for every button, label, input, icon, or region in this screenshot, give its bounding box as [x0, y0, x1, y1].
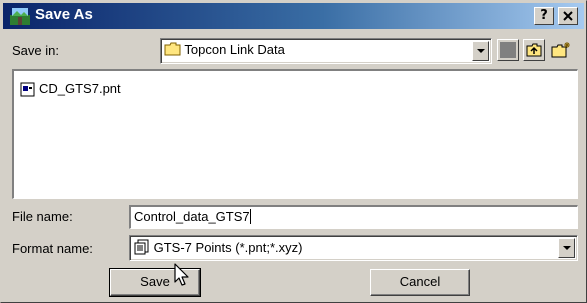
chevron-down-icon — [563, 246, 571, 250]
file-name-label: File name: — [12, 209, 73, 224]
gray-square-icon — [500, 42, 516, 58]
close-button[interactable] — [558, 7, 578, 25]
save-in-combo[interactable]: Topcon Link Data — [160, 38, 492, 64]
mouse-cursor-icon — [174, 263, 189, 286]
folder-icon — [164, 42, 181, 56]
app-icon — [10, 8, 30, 25]
dialog-title: Save As — [35, 6, 93, 23]
document-icon — [134, 239, 149, 255]
file-name-value: Control_data_GTS7 — [134, 209, 250, 224]
text-caret — [249, 209, 251, 224]
view-options-button[interactable] — [497, 39, 519, 61]
new-folder-icon — [551, 42, 570, 58]
save-as-dialog: Save As ? Save in: Topcon Link Data CD_G… — [0, 0, 587, 303]
title-bar[interactable]: Save As ? — [3, 3, 584, 29]
file-list[interactable]: CD_GTS7.pnt — [12, 69, 578, 199]
file-icon — [20, 82, 35, 97]
save-in-label: Save in: — [12, 43, 59, 58]
chevron-down-icon — [477, 49, 485, 53]
cancel-button[interactable]: Cancel — [370, 269, 470, 296]
close-icon — [563, 11, 573, 21]
help-button[interactable]: ? — [534, 7, 554, 25]
up-folder-icon — [526, 43, 542, 57]
save-in-value: Topcon Link Data — [184, 42, 285, 57]
file-name-input[interactable]: Control_data_GTS7 — [129, 205, 578, 229]
up-one-level-button[interactable] — [523, 39, 545, 61]
file-item-name: CD_GTS7.pnt — [39, 81, 121, 96]
format-name-combo[interactable]: GTS-7 Points (*.pnt;*.xyz) — [129, 235, 578, 261]
format-name-label: Format name: — [12, 241, 93, 256]
format-dropdown-button[interactable] — [558, 238, 575, 258]
format-name-value: GTS-7 Points (*.pnt;*.xyz) — [153, 240, 303, 255]
new-folder-button[interactable] — [549, 39, 571, 61]
save-in-dropdown-button[interactable] — [472, 41, 489, 61]
